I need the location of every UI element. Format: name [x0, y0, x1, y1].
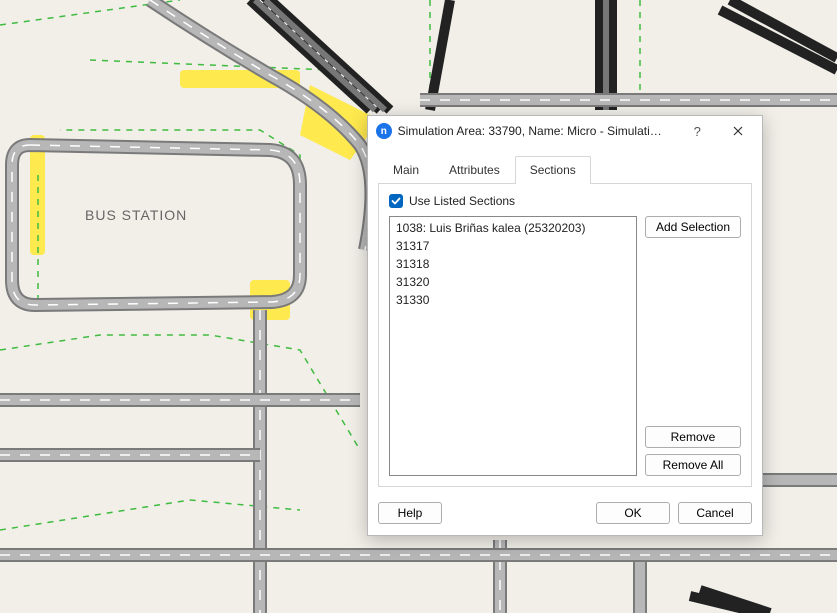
titlebar[interactable]: n Simulation Area: 33790, Name: Micro - …: [368, 116, 762, 146]
add-selection-button[interactable]: Add Selection: [645, 216, 741, 238]
tab-attributes[interactable]: Attributes: [434, 156, 515, 184]
remove-button[interactable]: Remove: [645, 426, 741, 448]
tab-main[interactable]: Main: [378, 156, 434, 184]
simulation-area-dialog: n Simulation Area: 33790, Name: Micro - …: [367, 115, 763, 536]
close-icon[interactable]: [721, 117, 756, 145]
ok-button[interactable]: OK: [596, 502, 670, 524]
tab-bar: Main Attributes Sections: [378, 156, 752, 184]
list-item[interactable]: 31318: [394, 255, 632, 273]
bus-station-label: BUS STATION: [85, 207, 187, 223]
checkbox-icon[interactable]: [389, 194, 403, 208]
dialog-title: Simulation Area: 33790, Name: Micro - Si…: [398, 124, 668, 138]
tab-sections[interactable]: Sections: [515, 156, 591, 184]
list-item[interactable]: 31317: [394, 237, 632, 255]
sections-panel: Use Listed Sections 1038: Luis Briñas ka…: [378, 184, 752, 487]
road-bottom-right: [690, 590, 770, 613]
sections-listbox[interactable]: 1038: Luis Briñas kalea (25320203) 31317…: [389, 216, 637, 476]
dialog-footer: Help OK Cancel: [368, 495, 762, 535]
app-icon: n: [376, 123, 392, 139]
list-item[interactable]: 31330: [394, 291, 632, 309]
cancel-button[interactable]: Cancel: [678, 502, 752, 524]
use-listed-sections-row[interactable]: Use Listed Sections: [389, 194, 741, 208]
help-icon[interactable]: ?: [680, 117, 715, 145]
list-item[interactable]: 31320: [394, 273, 632, 291]
checkbox-label: Use Listed Sections: [409, 194, 515, 208]
remove-all-button[interactable]: Remove All: [645, 454, 741, 476]
help-button[interactable]: Help: [378, 502, 442, 524]
list-item[interactable]: 1038: Luis Briñas kalea (25320203): [394, 219, 632, 237]
